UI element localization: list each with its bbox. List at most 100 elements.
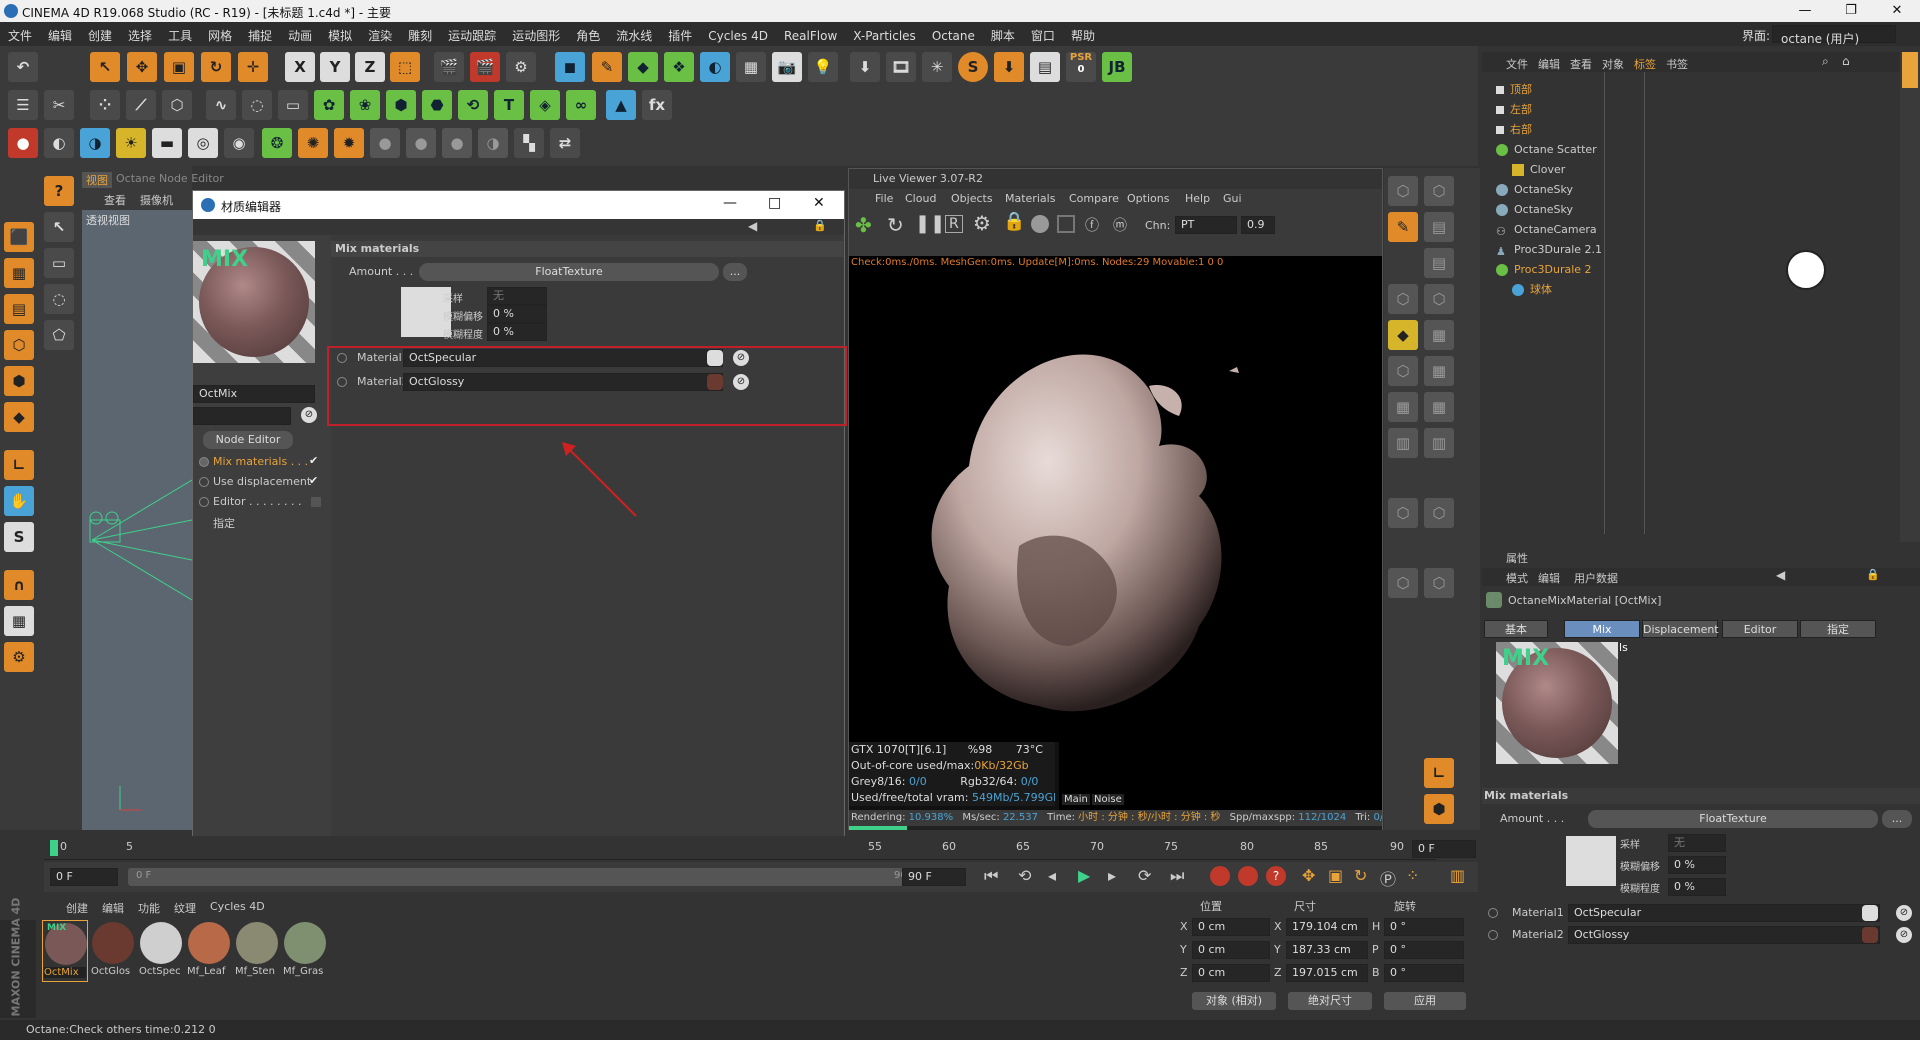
mm-menu-function[interactable]: 功能 xyxy=(138,900,160,916)
octane-camera-icon[interactable]: ◉ xyxy=(224,128,254,158)
octane-fire-icon[interactable]: ✹ xyxy=(334,128,364,158)
coord-size-x[interactable]: 179.104 cm xyxy=(1286,918,1368,936)
key-scale-icon[interactable]: ▣ xyxy=(1328,866,1343,885)
tool-cube-h-icon[interactable]: ⬡ xyxy=(1388,568,1418,598)
goto-start-icon[interactable]: ⏮ xyxy=(984,866,998,886)
coord-pos-y[interactable]: 0 cm xyxy=(1192,941,1270,959)
dialog-close-button[interactable]: ✕ xyxy=(813,195,825,211)
next-frame-icon[interactable]: ▸ xyxy=(1108,866,1116,885)
menu-item[interactable]: 创建 xyxy=(80,22,120,44)
restore-button[interactable]: ❐ xyxy=(1828,0,1874,22)
object-row[interactable]: Clover xyxy=(1482,160,1802,180)
tool-brush-icon[interactable]: ✎ xyxy=(1388,212,1418,242)
object-row[interactable]: 球体 xyxy=(1482,280,1802,300)
menu-item[interactable]: 雕刻 xyxy=(400,22,440,44)
material-ball-icon[interactable] xyxy=(1031,215,1049,233)
octane-sphere4-icon[interactable]: ◑ xyxy=(478,128,508,158)
key-param-icon[interactable]: Ⓟ xyxy=(1380,866,1396,890)
blur-level-field[interactable]: 0 % xyxy=(487,323,547,341)
attr-menu-edit[interactable]: 编辑 xyxy=(1538,570,1560,586)
mm-menu-texture[interactable]: 纹理 xyxy=(174,900,196,916)
attr-tab-basic[interactable]: 基本 xyxy=(1484,620,1548,638)
lathe-icon[interactable]: ⬣ xyxy=(422,90,452,120)
chn-value-field[interactable]: 0.9 xyxy=(1241,216,1275,234)
current-frame-field[interactable]: 0 F xyxy=(1412,840,1476,858)
attr-material1-field[interactable]: OctSpecular xyxy=(1568,904,1880,922)
cube-icon[interactable]: ◼ xyxy=(555,52,585,82)
octane-sphere-icon[interactable]: ● xyxy=(370,128,400,158)
attr-tab-assign[interactable]: 指定 xyxy=(1800,620,1876,638)
render-view[interactable]: Check:0ms./0ms. MeshGen:0ms. Update[M]:0… xyxy=(849,256,1382,810)
sampling-select[interactable]: 无 xyxy=(487,287,547,305)
frame-range-slider[interactable]: 0 F 90 F xyxy=(128,868,918,886)
frame-icon[interactable] xyxy=(1057,215,1075,233)
attr-tab-displacement[interactable]: Displacement xyxy=(1642,620,1719,638)
tool-cube-b-icon[interactable]: ⬡ xyxy=(1424,176,1454,206)
attr-material2-field[interactable]: OctGlossy xyxy=(1568,926,1880,944)
viewport-canvas[interactable]: 透视视图 xyxy=(82,210,192,830)
prev-frame-icon[interactable]: ◂ xyxy=(1048,866,1056,885)
om-menu-file[interactable]: 文件 xyxy=(1506,56,1528,72)
s-plugin-icon[interactable]: S xyxy=(958,52,988,82)
attr-amount-more-button[interactable]: ... xyxy=(1882,810,1912,828)
tool-paint-icon[interactable]: ◆ xyxy=(1388,320,1418,350)
picker-icon[interactable]: ⊘ xyxy=(301,407,317,423)
cloner-icon[interactable]: ❖ xyxy=(664,52,694,82)
material-name-field[interactable]: OctMix xyxy=(193,385,315,403)
tool-layers-icon[interactable]: ▦ xyxy=(1424,320,1454,350)
om-menu-edit[interactable]: 编辑 xyxy=(1538,56,1560,72)
model-mode-icon[interactable]: ⬛ xyxy=(4,222,34,252)
coord-size-mode-select[interactable]: 绝对尺寸 xyxy=(1288,992,1372,1010)
tool-layers-b-icon[interactable]: ▦ xyxy=(1424,356,1454,386)
menu-item[interactable]: 选择 xyxy=(120,22,160,44)
tool-cube-f-icon[interactable]: ⬡ xyxy=(1388,498,1418,528)
coord-rot-h[interactable]: 0 ° xyxy=(1384,918,1464,936)
octane-area-light-icon[interactable]: ▬ xyxy=(152,128,182,158)
coord-rot-p[interactable]: 0 ° xyxy=(1384,941,1464,959)
gear-spline-icon[interactable]: ✿ xyxy=(314,90,344,120)
points-icon[interactable]: ⁘ xyxy=(90,90,120,120)
select-icon[interactable]: ↖ xyxy=(90,52,120,82)
octane-vdb-icon[interactable]: ✺ xyxy=(298,128,328,158)
object-row[interactable]: OctaneSky xyxy=(1482,200,1802,220)
key-grid-icon[interactable]: ⁘ xyxy=(1406,866,1419,885)
blur-offset-field[interactable]: 0 % xyxy=(487,305,547,323)
render-picture-icon[interactable]: 🎬 xyxy=(470,52,500,82)
help-icon[interactable]: ? xyxy=(44,176,74,206)
poly-select-icon[interactable]: ⬠ xyxy=(44,320,74,350)
transform-icon[interactable]: ✛ xyxy=(238,52,268,82)
om-home-icon[interactable]: ⌂ xyxy=(1842,54,1850,68)
menu-item[interactable]: X-Particles xyxy=(845,24,924,43)
octane-grid-icon[interactable]: ▚ xyxy=(514,128,544,158)
menu-item[interactable]: 运动跟踪 xyxy=(440,22,504,44)
lock-icon[interactable]: 🔒 xyxy=(813,219,827,232)
jb-plugin-icon[interactable]: JB xyxy=(1102,52,1132,82)
region-icon[interactable]: R xyxy=(945,215,963,233)
grid-icon[interactable]: ▦ xyxy=(4,606,34,636)
coordinate-system-icon[interactable]: ⬚ xyxy=(390,52,420,82)
octane-shuffle-icon[interactable]: ⇄ xyxy=(550,128,580,158)
pen-icon[interactable]: ✎ xyxy=(592,52,622,82)
goto-end-icon[interactable]: ⏭ xyxy=(1170,866,1184,886)
fx-icon[interactable]: fx xyxy=(642,90,672,120)
tool-grid-a-icon[interactable]: ▦ xyxy=(1388,392,1418,422)
edges-icon[interactable]: ⟋ xyxy=(126,90,156,120)
move-icon[interactable]: ✥ xyxy=(127,52,157,82)
undo-icon[interactable]: ↶ xyxy=(8,52,38,82)
om-search-icon[interactable]: ⌕ xyxy=(1822,54,1829,69)
z-axis-icon[interactable]: Z xyxy=(355,52,385,82)
workplane-icon[interactable]: ▤ xyxy=(4,294,34,324)
material-slot[interactable]: OctSpec xyxy=(138,920,184,982)
key-move-icon[interactable]: ✥ xyxy=(1302,866,1315,885)
mm-menu-edit[interactable]: 编辑 xyxy=(102,900,124,916)
pin-icon[interactable]: ⓜ xyxy=(1113,215,1127,235)
amount-texture-button[interactable]: FloatTexture xyxy=(419,263,719,281)
attr-material1-radio[interactable] xyxy=(1488,908,1498,918)
octane-scatter-icon[interactable]: ❂ xyxy=(262,128,292,158)
tweak-icon[interactable]: ✋ xyxy=(4,486,34,516)
points-mode-icon[interactable]: ⬡ xyxy=(4,330,34,360)
download-icon[interactable]: ⬇ xyxy=(850,52,880,82)
object-row[interactable]: ♟ Proc3Durale 2.1 xyxy=(1482,240,1802,260)
channel-editor[interactable]: Editor . . . . . . . . xyxy=(193,493,323,511)
lasso-select-icon[interactable]: ◌ xyxy=(44,284,74,314)
